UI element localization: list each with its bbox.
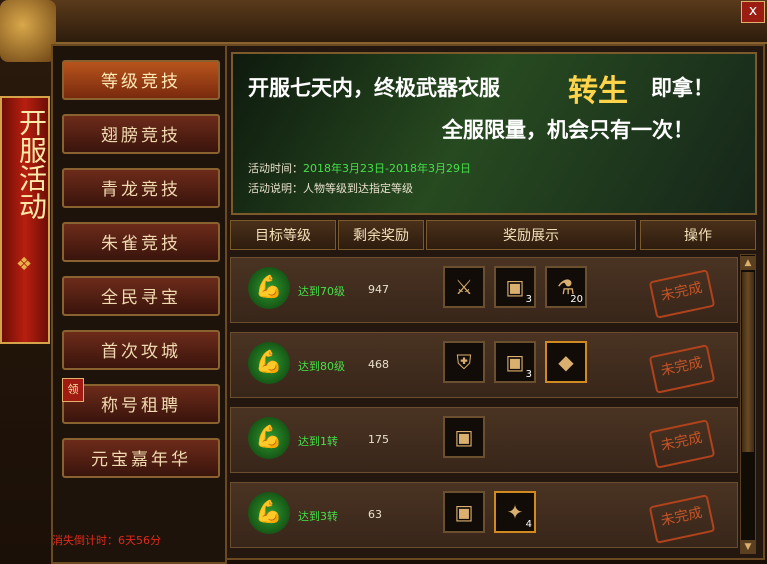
strength-up-icon: 💪 <box>248 492 290 534</box>
row-target: 达到70级 <box>298 285 345 298</box>
header-rewards: 奖励展示 <box>426 220 636 250</box>
nav-item-title-rental[interactable]: 称号租聘 <box>62 384 220 424</box>
row-remaining: 63 <box>368 508 382 521</box>
nav-item-first-siege[interactable]: 首次攻城 <box>62 330 220 370</box>
chest-icon[interactable]: ▣ 3 <box>494 266 536 308</box>
nav-item-treasure-hunt[interactable]: 全民寻宝 <box>62 276 220 316</box>
banner-line2: 全服限量，机会只有一次！ <box>442 118 694 142</box>
event-time-value: 2018年3月23日-2018年3月29日 <box>303 162 471 175</box>
nav-item-phoenix-compete[interactable]: 朱雀竞技 <box>62 222 220 262</box>
banner-line1-highlight: 转生 <box>568 74 628 109</box>
header-action: 操作 <box>640 220 756 250</box>
chest-icon[interactable]: ▣ 3 <box>494 341 536 383</box>
header-remaining: 剩余奖励 <box>338 220 424 250</box>
gem-icon[interactable]: ◆ <box>545 341 587 383</box>
strength-up-icon: 💪 <box>248 267 290 309</box>
banner-line1-c: 即拿！ <box>651 76 714 100</box>
banner-line1-a: 开服七天内，终极武器衣服 <box>248 76 500 100</box>
row-remaining: 947 <box>368 283 389 296</box>
potion-icon[interactable]: ⚗ 20 <box>545 266 587 308</box>
title-bar <box>40 0 767 44</box>
header-target-level: 目标等级 <box>230 220 336 250</box>
nav-item-level-compete[interactable]: 等级竞技 <box>62 60 220 100</box>
row-remaining: 175 <box>368 433 389 446</box>
chest-icon[interactable]: ▣ <box>443 491 485 533</box>
countdown-text: 消失倒计时：6天56分 <box>52 534 161 547</box>
sword-icon[interactable]: ⚔ <box>443 266 485 308</box>
scrollbar-thumb[interactable] <box>742 272 754 452</box>
scroll-up-icon[interactable]: ▲ <box>741 256 755 270</box>
row-remaining: 468 <box>368 358 389 371</box>
claim-badge: 领 <box>62 378 84 402</box>
nav-item-wing-compete[interactable]: 翅膀竞技 <box>62 114 220 154</box>
event-description: 活动说明：人物等级到达指定等级 <box>248 182 413 195</box>
dragon-ornament-icon <box>0 0 56 62</box>
nav-item-ingot-carnival[interactable]: 元宝嘉年华 <box>62 438 220 478</box>
strength-up-icon: 💪 <box>248 342 290 384</box>
flame-ornament-icon: ❖ <box>16 254 33 275</box>
event-time-label: 活动时间： <box>248 162 303 175</box>
armor-icon[interactable]: ⛨ <box>443 341 485 383</box>
row-target: 达到80级 <box>298 360 345 373</box>
scroll-down-icon[interactable]: ▼ <box>741 540 755 554</box>
ribbon-title: 开服活动 <box>15 108 48 220</box>
nav-item-dragon-compete[interactable]: 青龙竞技 <box>62 168 220 208</box>
row-target: 达到1转 <box>298 435 338 448</box>
event-ribbon: 开服活动 ❖ <box>0 96 50 344</box>
chest-icon[interactable]: ▣ <box>443 416 485 458</box>
row-target: 达到3转 <box>298 510 338 523</box>
crystal-icon[interactable]: ✦ 4 <box>494 491 536 533</box>
strength-up-icon: 💪 <box>248 417 290 459</box>
close-button[interactable]: x <box>741 1 765 23</box>
event-time: 活动时间：2018年3月23日-2018年3月29日 <box>248 160 471 176</box>
